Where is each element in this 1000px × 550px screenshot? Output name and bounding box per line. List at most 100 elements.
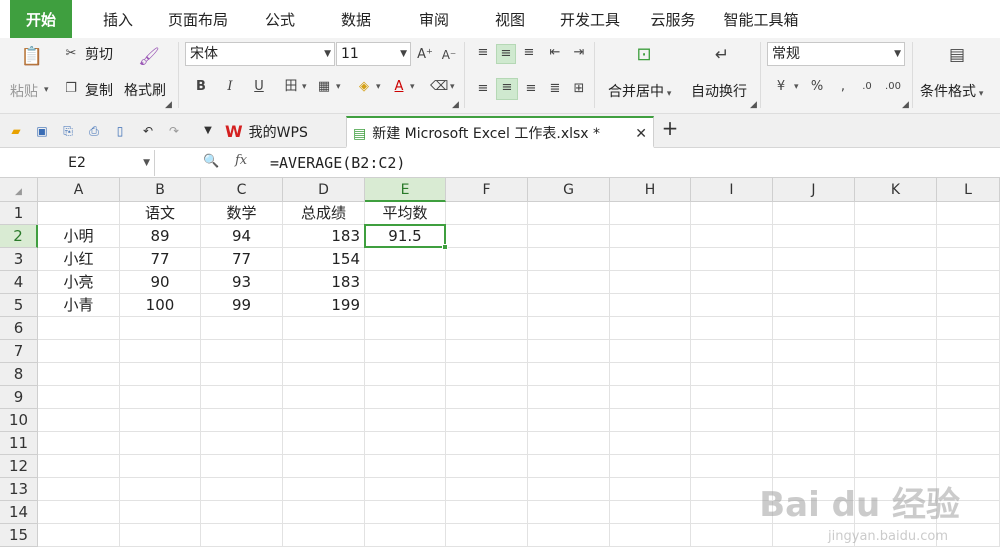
cell-a8[interactable]: [38, 363, 120, 386]
cell-g4[interactable]: [528, 271, 610, 294]
cell-g12[interactable]: [528, 455, 610, 478]
cell-a4[interactable]: 小亮: [38, 271, 120, 294]
redo-icon[interactable]: ↷: [166, 123, 182, 139]
cell-i1[interactable]: [691, 202, 773, 225]
tab-view[interactable]: 视图: [482, 0, 538, 38]
number-launcher-icon[interactable]: ◢: [902, 100, 909, 110]
cell-f15[interactable]: [446, 524, 528, 547]
cell-c8[interactable]: [201, 363, 283, 386]
cell-l9[interactable]: [937, 386, 1000, 409]
cell-a3[interactable]: 小红: [38, 248, 120, 271]
font-size-select[interactable]: 11 ▼: [336, 42, 411, 66]
format-painter-button[interactable]: 格式刷: [124, 80, 166, 100]
cell-j11[interactable]: [773, 432, 855, 455]
indent-increase-icon[interactable]: ⇥: [570, 44, 588, 62]
cell-h8[interactable]: [610, 363, 691, 386]
cell-h10[interactable]: [610, 409, 691, 432]
cell-h9[interactable]: [610, 386, 691, 409]
cell-c10[interactable]: [201, 409, 283, 432]
distributed-icon[interactable]: ⊞: [570, 80, 588, 98]
cell-a6[interactable]: [38, 317, 120, 340]
cell-j5[interactable]: [773, 294, 855, 317]
cell-f6[interactable]: [446, 317, 528, 340]
column-header-l[interactable]: L: [937, 178, 1000, 202]
cell-k10[interactable]: [855, 409, 937, 432]
fill-color-icon[interactable]: ◈: [355, 78, 373, 96]
font-color-dropdown-icon[interactable]: ▾: [410, 82, 415, 92]
zoom-icon[interactable]: 🔍: [203, 154, 219, 169]
doc-tab-my-wps[interactable]: W 我的WPS: [225, 116, 345, 148]
cell-a12[interactable]: [38, 455, 120, 478]
cell-i9[interactable]: [691, 386, 773, 409]
cell-c13[interactable]: [201, 478, 283, 501]
align-middle-icon[interactable]: ≡: [496, 44, 516, 64]
cell-i6[interactable]: [691, 317, 773, 340]
cell-g6[interactable]: [528, 317, 610, 340]
cell-k8[interactable]: [855, 363, 937, 386]
cell-k3[interactable]: [855, 248, 937, 271]
cell-h12[interactable]: [610, 455, 691, 478]
cell-l4[interactable]: [937, 271, 1000, 294]
cell-f1[interactable]: [446, 202, 528, 225]
cell-b12[interactable]: [120, 455, 201, 478]
cell-i4[interactable]: [691, 271, 773, 294]
doc-tab-excel-file[interactable]: ▤ 新建 Microsoft Excel 工作表.xlsx * ✕: [346, 116, 654, 148]
paste-icon[interactable]: 📋: [20, 48, 44, 72]
cell-i3[interactable]: [691, 248, 773, 271]
cell-g14[interactable]: [528, 501, 610, 524]
cell-e15[interactable]: [365, 524, 446, 547]
cell-e13[interactable]: [365, 478, 446, 501]
cell-b15[interactable]: [120, 524, 201, 547]
cell-h3[interactable]: [610, 248, 691, 271]
paste-dropdown-icon[interactable]: ▾: [44, 85, 49, 95]
cell-a13[interactable]: [38, 478, 120, 501]
cell-b7[interactable]: [120, 340, 201, 363]
decrease-font-icon[interactable]: A⁻: [440, 46, 458, 64]
merge-center-icon[interactable]: ⊡: [632, 46, 656, 70]
column-header-g[interactable]: G: [528, 178, 610, 202]
tab-smart-toolbox[interactable]: 智能工具箱: [716, 0, 806, 38]
percent-button[interactable]: %: [808, 78, 826, 96]
cell-d6[interactable]: [283, 317, 365, 340]
cell-f2[interactable]: [446, 225, 528, 248]
row-header-5[interactable]: 5: [0, 294, 38, 317]
cell-b5[interactable]: 100: [120, 294, 201, 317]
cell-i5[interactable]: [691, 294, 773, 317]
cell-b9[interactable]: [120, 386, 201, 409]
cell-g3[interactable]: [528, 248, 610, 271]
cell-l3[interactable]: [937, 248, 1000, 271]
cell-l5[interactable]: [937, 294, 1000, 317]
cell-e9[interactable]: [365, 386, 446, 409]
column-header-d[interactable]: D: [283, 178, 365, 202]
cell-l6[interactable]: [937, 317, 1000, 340]
tab-data[interactable]: 数据: [328, 0, 384, 38]
cell-d15[interactable]: [283, 524, 365, 547]
row-header-7[interactable]: 7: [0, 340, 38, 363]
cell-h14[interactable]: [610, 501, 691, 524]
cell-k4[interactable]: [855, 271, 937, 294]
align-center-icon[interactable]: ≡: [496, 78, 518, 100]
cell-j4[interactable]: [773, 271, 855, 294]
cell-e11[interactable]: [365, 432, 446, 455]
cell-k1[interactable]: [855, 202, 937, 225]
font-launcher-icon[interactable]: ◢: [452, 100, 459, 110]
cell-i7[interactable]: [691, 340, 773, 363]
cell-c3[interactable]: 77: [201, 248, 283, 271]
cell-e3[interactable]: [365, 248, 446, 271]
cell-l10[interactable]: [937, 409, 1000, 432]
close-icon[interactable]: ✕: [635, 118, 647, 150]
cell-a14[interactable]: [38, 501, 120, 524]
cell-f8[interactable]: [446, 363, 528, 386]
cell-d11[interactable]: [283, 432, 365, 455]
cell-e2[interactable]: 91.5: [365, 225, 446, 248]
align-right-icon[interactable]: ≡: [522, 80, 540, 98]
row-header-13[interactable]: 13: [0, 478, 38, 501]
column-header-a[interactable]: A: [38, 178, 120, 202]
merge-center-button[interactable]: 合并居中 ▾: [608, 81, 671, 101]
align-left-icon[interactable]: ≡: [474, 80, 492, 98]
cell-d4[interactable]: 183: [283, 271, 365, 294]
cell-d2[interactable]: 183: [283, 225, 365, 248]
cell-e14[interactable]: [365, 501, 446, 524]
cell-j10[interactable]: [773, 409, 855, 432]
cell-k5[interactable]: [855, 294, 937, 317]
